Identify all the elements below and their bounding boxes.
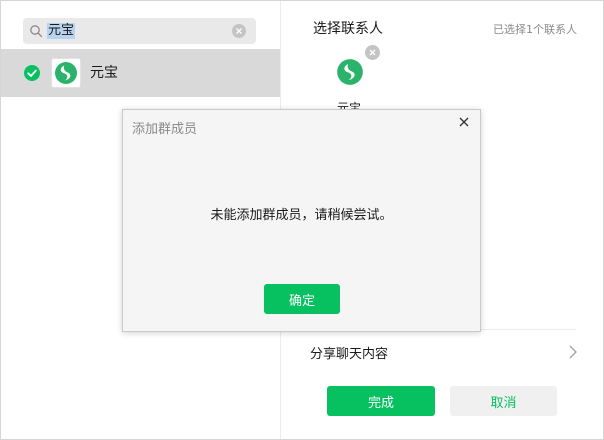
close-icon[interactable] [458, 116, 470, 128]
add-member-window: 元宝 元宝 选择联系人 已选择1个联系人 元宝 分享聊天内容 完成 取消 添加群… [0, 0, 604, 440]
done-button[interactable]: 完成 [327, 386, 435, 416]
clear-icon[interactable] [232, 24, 246, 38]
cancel-button[interactable]: 取消 [450, 386, 557, 416]
contact-name: 元宝 [90, 65, 118, 81]
chevron-right-icon [568, 344, 578, 360]
remove-icon[interactable] [365, 45, 380, 60]
avatar [51, 58, 81, 88]
search-box[interactable]: 元宝 [23, 18, 256, 44]
checkmark-icon[interactable] [24, 65, 40, 81]
dialog-message: 未能添加群成员，请稍候尝试。 [210, 208, 393, 223]
share-chat-label: 分享聊天内容 [310, 347, 389, 362]
selected-avatar [335, 57, 365, 87]
yuanbao-logo-icon [55, 62, 77, 84]
selected-count-label: 已选择1个联系人 [493, 23, 577, 36]
list-item[interactable]: 元宝 [1, 49, 280, 97]
error-dialog: 添加群成员 未能添加群成员，请稍候尝试。 确定 [122, 109, 481, 332]
search-icon [29, 24, 43, 38]
confirm-button[interactable]: 确定 [264, 284, 340, 314]
dialog-title: 添加群成员 [132, 122, 198, 137]
page-title: 选择联系人 [313, 21, 383, 37]
share-chat-history-row[interactable]: 分享聊天内容 [308, 329, 578, 373]
search-input[interactable]: 元宝 [47, 23, 76, 39]
yuanbao-logo-icon [337, 59, 363, 85]
